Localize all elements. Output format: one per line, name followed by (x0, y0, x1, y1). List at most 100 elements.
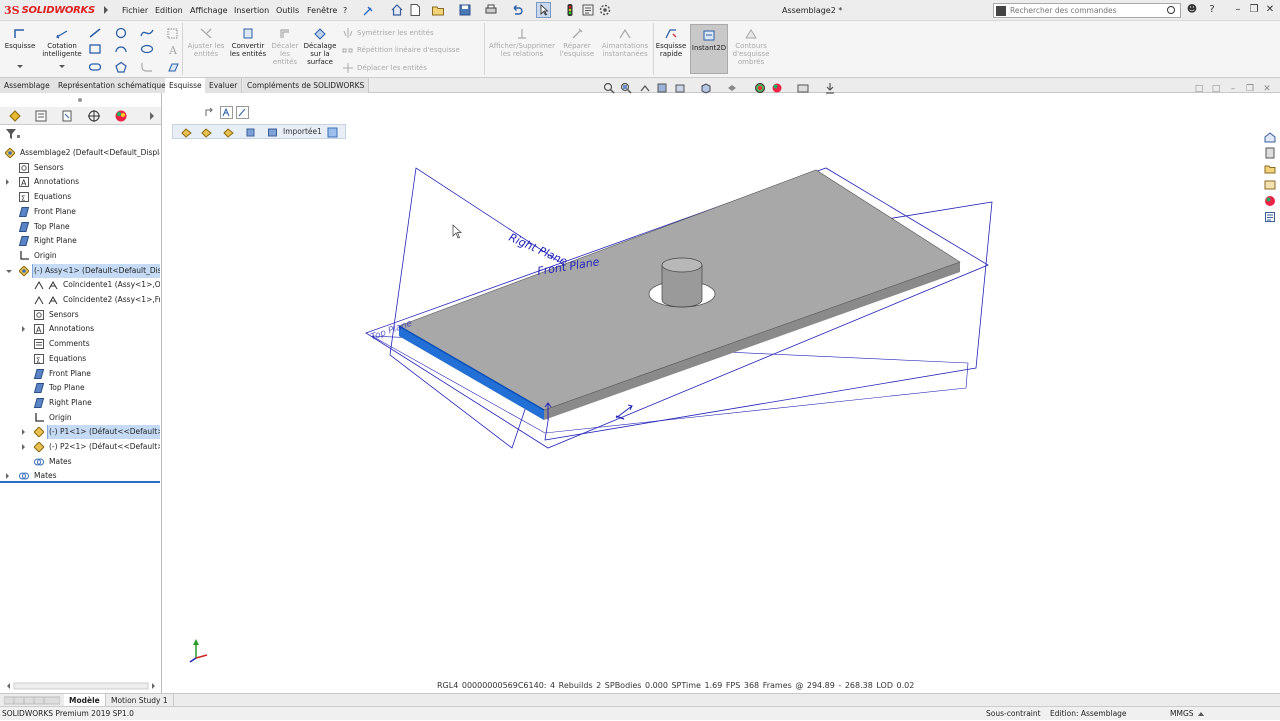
design-library-icon[interactable] (1264, 147, 1277, 159)
mirror-label[interactable]: Symétriser les entités (357, 29, 434, 37)
line-icon[interactable] (88, 27, 102, 39)
dimxpert-manager-tab-icon[interactable] (87, 109, 101, 123)
file-explorer-icon[interactable] (1264, 163, 1277, 175)
appearances-icon[interactable] (1264, 195, 1277, 207)
tab-representation-schematique[interactable]: Représentation schématique (54, 78, 171, 93)
spline-icon[interactable] (140, 27, 154, 39)
display-relations-button[interactable]: Afficher/Supprimer les relations (486, 27, 558, 58)
shaded-sketch-contours-button[interactable]: Contours d'esquisse ombrés (730, 27, 772, 66)
search-scope-icon[interactable] (996, 6, 1006, 16)
model-scene[interactable]: Right Plane Front Plane Top Plane (162, 93, 1280, 693)
linear-pattern-icon[interactable] (342, 46, 354, 56)
tree-item[interactable]: Assemblage2 (Default<Default_Display S (0, 146, 160, 160)
menu-insertion[interactable]: Insertion (234, 6, 269, 15)
tree-item[interactable]: Coïncidente2 (Assy<1>,Fro (0, 293, 160, 307)
offset-entities-button[interactable]: Décaler les entités (270, 27, 300, 66)
rapid-sketch-button[interactable]: Esquisse rapide (654, 27, 688, 58)
tree-item[interactable]: Σ Equations (0, 352, 160, 366)
close-button[interactable]: ✕ (1264, 4, 1276, 16)
tree-item[interactable]: Right Plane (0, 396, 160, 410)
display-manager-tab-icon[interactable] (114, 109, 128, 123)
panel-tabs-more-icon[interactable] (150, 112, 154, 120)
offset-on-surface-button[interactable]: Décalage sur la surface (302, 27, 338, 66)
smart-dimension-button[interactable]: Cotation intelligente (40, 27, 84, 58)
pin-icon[interactable] (362, 5, 374, 17)
units-arrow-icon[interactable] (1198, 712, 1204, 716)
text-icon[interactable]: A (166, 43, 180, 55)
search-icon[interactable] (1167, 6, 1175, 14)
tab-evaluer[interactable]: Evaluer (205, 78, 243, 93)
feature-manager-tab-icon[interactable] (8, 109, 22, 123)
sketch-dropdown-arrow-icon[interactable] (17, 65, 23, 68)
instant2d-button[interactable]: Instant2D (690, 24, 728, 74)
ellipse-icon[interactable] (140, 43, 154, 55)
tree-item[interactable]: Sensors (0, 161, 160, 175)
help-icon[interactable]: ? (1206, 4, 1218, 16)
tree-item[interactable]: Right Plane (0, 234, 160, 248)
tab-assemblage[interactable]: Assemblage (0, 78, 55, 93)
tree-item[interactable]: (-) P2<1> (Défaut<<Default>_D (0, 440, 160, 454)
grid-pattern-icon[interactable] (166, 27, 180, 39)
move-entities-icon[interactable] (342, 63, 354, 73)
tree-item[interactable]: Front Plane (0, 367, 160, 381)
property-manager-tab-icon[interactable] (34, 109, 48, 123)
repair-sketch-button[interactable]: Réparer l'esquisse (558, 27, 596, 58)
quick-snaps-button[interactable]: Aimantations instantanées (600, 27, 650, 58)
tree-item[interactable]: Origin (0, 249, 160, 263)
configuration-manager-tab-icon[interactable] (60, 109, 74, 123)
move-entities-label[interactable]: Déplacer les entités (357, 64, 427, 72)
search-input[interactable] (1010, 5, 1160, 16)
panel-grip-icon[interactable] (78, 98, 82, 102)
expand-arrow-icon[interactable] (22, 326, 25, 333)
polygon-icon[interactable] (114, 61, 128, 73)
plane-icon[interactable] (166, 61, 180, 73)
expand-arrow-icon[interactable] (6, 179, 9, 186)
filter-icon[interactable] (6, 129, 16, 139)
new-document-icon[interactable] (408, 3, 422, 17)
tab-esquisse[interactable]: Esquisse (165, 78, 207, 93)
menu-fichier[interactable]: Fichier (122, 6, 148, 15)
tree-item[interactable]: Coïncidente1 (Assy<1>,Ori (0, 278, 160, 292)
rectangle-icon[interactable] (88, 43, 102, 55)
tab-complements[interactable]: Compléments de SOLIDWORKS (243, 78, 370, 93)
tree-item[interactable]: (-) P1<1> (Défaut<<Default>_D (0, 425, 160, 440)
tab-scroll-control[interactable] (4, 696, 60, 705)
rebuild-traffic-light-icon[interactable] (565, 3, 575, 17)
select-tool-button[interactable] (536, 2, 551, 18)
file-properties-icon[interactable] (581, 3, 595, 17)
expand-arrow-icon[interactable] (22, 444, 25, 450)
sketch-button[interactable]: Esquisse (4, 27, 36, 50)
dimension-dropdown-arrow-icon[interactable] (59, 65, 65, 68)
tree-item[interactable]: Sensors (0, 308, 160, 322)
tree-item[interactable]: Front Plane (0, 205, 160, 219)
menu-fenetre[interactable]: Fenêtre (307, 6, 337, 15)
menu-help[interactable]: ? (343, 6, 347, 15)
command-search[interactable] (993, 3, 1181, 18)
print-icon[interactable] (484, 3, 498, 17)
tree-item[interactable]: Σ Equations (0, 190, 160, 204)
home-icon[interactable] (390, 3, 404, 17)
tree-item[interactable]: Comments (0, 337, 160, 351)
horizontal-scrollbar[interactable] (4, 682, 158, 690)
view-palette-icon[interactable] (1264, 179, 1277, 191)
user-icon[interactable]: ☻ (1186, 4, 1198, 16)
minimize-button[interactable]: – (1232, 4, 1244, 16)
save-icon[interactable] (458, 3, 472, 17)
tree-item[interactable]: Top Plane (0, 381, 160, 395)
trim-entities-button[interactable]: Ajuster les entités (186, 27, 226, 58)
linear-pattern-label[interactable]: Répétition linéaire d'esquisse (357, 46, 460, 54)
menu-edition[interactable]: Edition (155, 6, 183, 15)
open-folder-icon[interactable] (431, 3, 445, 17)
tree-item[interactable]: (-) Assy<1> (Default<Default_Displa (0, 263, 160, 278)
undo-icon[interactable] (510, 3, 524, 17)
tree-item[interactable]: A Annotations (0, 322, 160, 336)
expand-arrow-icon[interactable] (6, 473, 9, 480)
expand-arrow-icon[interactable] (22, 429, 25, 436)
tree-item[interactable]: Mates (0, 455, 160, 469)
fillet-icon[interactable] (140, 61, 154, 73)
menu-outils[interactable]: Outils (276, 6, 299, 15)
restore-button[interactable]: ❐ (1248, 4, 1260, 16)
solidworks-logo[interactable]: 3S SOLIDWORKS (4, 2, 95, 19)
boss-top[interactable] (661, 257, 703, 273)
circle-icon[interactable] (114, 27, 128, 39)
